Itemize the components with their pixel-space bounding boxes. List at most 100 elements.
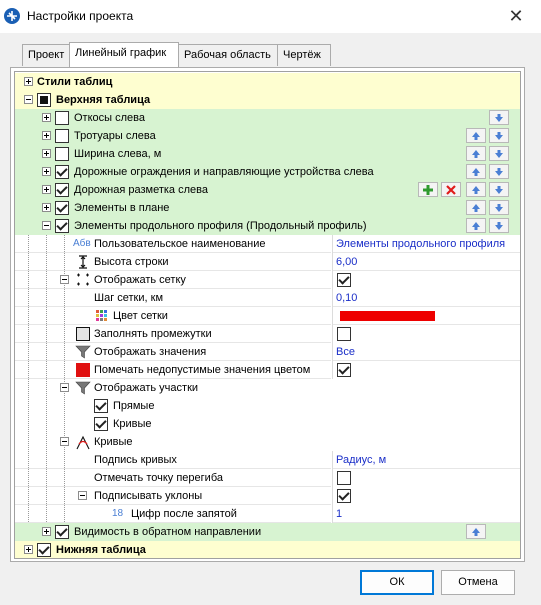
expand-icon[interactable] xyxy=(42,167,51,176)
prop-value[interactable]: Радиус, м xyxy=(333,451,520,469)
tab-line-graph[interactable]: Линейный график xyxy=(69,42,179,67)
tree-row-bottom-table[interactable]: Нижняя таблица xyxy=(15,541,520,558)
color-picker[interactable] xyxy=(333,307,520,325)
expand-icon[interactable] xyxy=(42,203,51,212)
filter-icon xyxy=(75,344,91,360)
tab-project[interactable]: Проект xyxy=(22,44,70,66)
collapse-icon[interactable] xyxy=(24,95,33,104)
collapse-icon[interactable] xyxy=(60,383,69,392)
prop-value[interactable]: Элементы продольного профиля xyxy=(333,235,520,253)
checkbox[interactable] xyxy=(94,417,108,431)
tab-work-area[interactable]: Рабочая область xyxy=(178,44,278,66)
tree-row-top-table[interactable]: Верхняя таблица xyxy=(15,91,520,109)
checkbox[interactable] xyxy=(55,201,69,215)
prop-row-slopes[interactable]: Подписывать уклоны xyxy=(15,487,520,505)
delete-button[interactable] xyxy=(441,182,461,197)
expand-icon[interactable] xyxy=(24,545,33,554)
expand-icon[interactable] xyxy=(42,113,51,122)
move-up-button[interactable] xyxy=(466,182,486,197)
checkbox[interactable] xyxy=(55,219,69,233)
prop-checkbox[interactable] xyxy=(337,363,351,377)
collapse-icon[interactable] xyxy=(78,491,87,500)
move-down-button[interactable] xyxy=(489,200,509,215)
move-down-button[interactable] xyxy=(489,164,509,179)
prop-checkbox[interactable] xyxy=(337,327,351,341)
tree-row-styles[interactable]: Стили таблиц xyxy=(15,73,520,91)
tree-row-reverse[interactable]: Видимость в обратном направлении xyxy=(15,523,520,541)
tree-row-item[interactable]: Ширина слева, м xyxy=(15,145,520,163)
tree-row-item[interactable]: Элементы продольного профиля (Продольный… xyxy=(15,217,520,235)
move-up-button[interactable] xyxy=(466,128,486,143)
prop-row-user-name[interactable]: Абв Пользовательское наименование Элемен… xyxy=(15,235,520,253)
prop-checkbox[interactable] xyxy=(337,471,351,485)
row-label: Элементы продольного профиля (Продольный… xyxy=(74,220,367,232)
checkbox[interactable] xyxy=(55,525,69,539)
settings-tree: Стили таблиц Верхняя таблица Откосы слев… xyxy=(14,71,521,559)
prop-label: Заполнять промежутки xyxy=(94,328,212,340)
tree-row-straight[interactable]: Прямые xyxy=(15,397,520,415)
expand-icon[interactable] xyxy=(42,185,51,194)
move-down-button[interactable] xyxy=(489,128,509,143)
prop-row-fill-gaps[interactable]: Заполнять промежутки xyxy=(15,325,520,343)
move-down-button[interactable] xyxy=(489,146,509,161)
tree-row-item[interactable]: Элементы в плане xyxy=(15,199,520,217)
checkbox[interactable] xyxy=(37,543,51,557)
cancel-button[interactable]: Отмена xyxy=(441,570,515,595)
checkbox[interactable] xyxy=(55,147,69,161)
add-button[interactable] xyxy=(418,182,438,197)
prop-row-row-height[interactable]: Высота строки 6,00 xyxy=(15,253,520,271)
prop-value[interactable]: 1 xyxy=(333,505,520,523)
palette-icon xyxy=(94,308,110,324)
tree-row-item[interactable]: Дорожная разметка слева xyxy=(15,181,520,199)
prop-label: Отображать значения xyxy=(94,346,207,358)
checkbox[interactable] xyxy=(55,165,69,179)
row-label: Дорожная разметка слева xyxy=(74,184,208,196)
move-up-button[interactable] xyxy=(466,146,486,161)
collapse-icon[interactable] xyxy=(42,221,51,230)
prop-value[interactable]: 6,00 xyxy=(333,253,520,271)
tab-drawing[interactable]: Чертёж xyxy=(277,44,331,66)
checkbox[interactable] xyxy=(55,111,69,125)
expand-icon[interactable] xyxy=(24,77,33,86)
tree-row-item[interactable]: Откосы слева xyxy=(15,109,520,127)
checkbox[interactable] xyxy=(37,93,51,107)
tree-row-curves-section[interactable]: Кривые xyxy=(15,415,520,433)
checkbox[interactable] xyxy=(94,399,108,413)
fill-icon xyxy=(75,326,91,342)
prop-label: Цифр после запятой xyxy=(131,508,237,520)
close-button[interactable]: ✕ xyxy=(501,3,531,29)
checkbox[interactable] xyxy=(55,183,69,197)
prop-row-decimals[interactable]: 18 Цифр после запятой 1 xyxy=(15,505,520,523)
ok-button[interactable]: ОК xyxy=(360,570,434,595)
prop-checkbox[interactable] xyxy=(337,273,351,287)
prop-row-mark-invalid[interactable]: Помечать недопустимые значения цветом xyxy=(15,361,520,379)
collapse-icon[interactable] xyxy=(60,437,69,446)
move-up-button[interactable] xyxy=(466,524,486,539)
move-up-button[interactable] xyxy=(466,164,486,179)
expand-icon[interactable] xyxy=(42,149,51,158)
expand-icon[interactable] xyxy=(42,131,51,140)
prop-row-show-values[interactable]: Отображать значения Все xyxy=(15,343,520,361)
tree-row-show-sections[interactable]: Отображать участки xyxy=(15,379,520,397)
grid-icon xyxy=(75,272,91,288)
move-up-button[interactable] xyxy=(466,200,486,215)
prop-row-inflection[interactable]: Отмечать точку перегиба xyxy=(15,469,520,487)
prop-row-curve-label[interactable]: Подпись кривых Радиус, м xyxy=(15,451,520,469)
move-down-button[interactable] xyxy=(489,182,509,197)
tree-row-item[interactable]: Тротуары слева xyxy=(15,127,520,145)
move-down-button[interactable] xyxy=(489,110,509,125)
prop-checkbox[interactable] xyxy=(337,489,351,503)
tree-row-curves[interactable]: Кривые xyxy=(15,433,520,451)
prop-row-grid-step[interactable]: Шаг сетки, км 0,10 xyxy=(15,289,520,307)
expand-icon[interactable] xyxy=(42,527,51,536)
row-label: Дорожные ограждения и направляющие устро… xyxy=(74,166,374,178)
move-down-button[interactable] xyxy=(489,218,509,233)
prop-value[interactable]: Все xyxy=(333,343,520,361)
move-up-button[interactable] xyxy=(466,218,486,233)
checkbox[interactable] xyxy=(55,129,69,143)
collapse-icon[interactable] xyxy=(60,275,69,284)
prop-row-grid-color[interactable]: Цвет сетки xyxy=(15,307,520,325)
tree-row-item[interactable]: Дорожные ограждения и направляющие устро… xyxy=(15,163,520,181)
prop-value[interactable]: 0,10 xyxy=(333,289,520,307)
prop-row-show-grid[interactable]: Отображать сетку xyxy=(15,271,520,289)
